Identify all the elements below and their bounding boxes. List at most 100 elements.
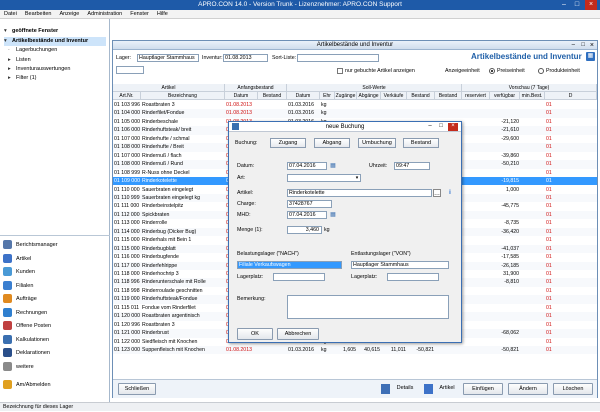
change-button[interactable]: Ändern: [508, 383, 548, 395]
tree-item[interactable]: ▸ Inventurauswertungen: [8, 65, 106, 74]
delete-button[interactable]: Löschen: [553, 383, 593, 395]
maximize-icon[interactable]: □: [571, 0, 583, 10]
lagerplatz1-input[interactable]: [273, 273, 325, 281]
nav-item[interactable]: Deklarationen: [3, 347, 107, 359]
nav-item[interactable]: Berichtsmanager: [3, 239, 107, 251]
calendar-icon[interactable]: ▦: [329, 162, 337, 170]
close-icon[interactable]: ×: [585, 0, 597, 10]
tab-bestand[interactable]: Bestand: [403, 138, 439, 148]
nav-item[interactable]: Kunden: [3, 266, 107, 278]
art-select[interactable]: [287, 174, 361, 182]
column-header[interactable]: verfügbar: [490, 92, 520, 100]
menu-item[interactable]: Hilfe: [153, 10, 172, 19]
table-row[interactable]: 01 103 996 Roastbraten 3 01.08.2013 01.03.2…: [113, 101, 597, 109]
dialog-minimize-icon[interactable]: –: [425, 123, 435, 131]
tree-item[interactable]: ▸ Listen: [8, 56, 106, 65]
mhd-calendar-icon[interactable]: ▦: [329, 211, 337, 219]
tree-item[interactable]: ▾ geöffnete Fenster: [4, 27, 106, 36]
belastung-select[interactable]: Filiale Verkaufswagen: [237, 261, 342, 269]
table-cell: 01 116 000: [114, 254, 140, 261]
dialog-maximize-icon[interactable]: □: [436, 123, 446, 131]
lagerplatz2-input[interactable]: [387, 273, 439, 281]
table-cell: Rinderrolle: [142, 220, 168, 227]
menu-item[interactable]: Datei: [0, 10, 21, 19]
menu-item[interactable]: Fenster: [126, 10, 153, 19]
tree-item[interactable]: · Lagerbuchungen: [8, 46, 106, 55]
expand-icon[interactable]: ▸: [8, 56, 16, 65]
expand-icon[interactable]: ▸: [8, 74, 16, 83]
expand-icon[interactable]: ▾: [4, 27, 12, 36]
column-header[interactable]: Art.Nr.: [113, 92, 141, 100]
tab-zugang[interactable]: Zugang: [270, 138, 306, 148]
column-header[interactable]: Zugänge: [335, 92, 357, 100]
nav-item[interactable]: Artikel: [3, 253, 107, 265]
datum-input[interactable]: 07.04.2016: [287, 162, 327, 170]
column-header[interactable]: Datum: [287, 92, 320, 100]
window-close-icon[interactable]: ×: [590, 41, 594, 50]
chevron-down-icon[interactable]: ▾: [353, 174, 361, 182]
tab-abgang[interactable]: Abgang: [314, 138, 350, 148]
nav-item[interactable]: Filialen: [3, 280, 107, 292]
column-header[interactable]: Abgänge: [357, 92, 381, 100]
cancel-button[interactable]: Abbrechen: [277, 328, 319, 340]
inventur-select[interactable]: 01.08.2013: [223, 54, 268, 62]
expand-icon[interactable]: ▸: [8, 65, 16, 74]
expand-icon[interactable]: ▾: [4, 37, 12, 46]
column-header[interactable]: Verkäufe: [381, 92, 407, 100]
column-header[interactable]: Datum: [225, 92, 258, 100]
details-button[interactable]: Details: [392, 383, 418, 395]
uhrzeit-input[interactable]: 09:47: [394, 162, 430, 170]
info-icon[interactable]: i: [446, 189, 454, 197]
price-unit-radio[interactable]: [489, 68, 495, 74]
menu-item[interactable]: Administration: [83, 10, 126, 19]
product-unit-radio[interactable]: [538, 68, 544, 74]
search-input[interactable]: [116, 66, 144, 74]
column-header[interactable]: Bezeichnung: [141, 92, 225, 100]
dialog-close-icon[interactable]: ×: [448, 123, 458, 131]
tree-item[interactable]: ▾ Artikelbestände und Inventur: [4, 37, 106, 46]
expand-icon[interactable]: ·: [8, 46, 16, 55]
menu-item[interactable]: Bearbeiten: [21, 10, 56, 19]
nav-item[interactable]: Kalkulationen: [3, 334, 107, 346]
window-maximize-icon[interactable]: □: [581, 41, 585, 50]
table-cell: 01 118 996: [114, 279, 140, 286]
column-header[interactable]: D: [545, 92, 597, 100]
tree-item[interactable]: ▸ Filter (1): [8, 74, 106, 83]
artikel-input[interactable]: Rinderkotelette: [287, 189, 432, 197]
column-header[interactable]: reserviert: [462, 92, 490, 100]
nav-item[interactable]: Rechnungen: [3, 307, 107, 319]
menge-input[interactable]: 3,460: [287, 226, 322, 234]
table-cell: Rinderbrust: [142, 330, 169, 337]
nav-item[interactable]: Offene Posten: [3, 320, 107, 332]
table-row[interactable]: 01 104 000 Rinderfilet/Fondue 01.08.2013 01…: [113, 109, 597, 118]
nav-item[interactable]: Aufträge: [3, 293, 107, 305]
close-button[interactable]: Schließen: [118, 383, 156, 395]
mhd-input[interactable]: 07.04.2016: [287, 211, 327, 219]
sort-list-select[interactable]: [297, 54, 379, 62]
table-row[interactable]: 01 123 000 Suppenfleisch mit Knochen 01.08…: [113, 346, 597, 355]
table-cell: 01 108 000: [114, 161, 140, 168]
column-header[interactable]: min.Best.: [520, 92, 545, 100]
tab-umbuchung[interactable]: Umbuchung: [358, 138, 396, 148]
ok-button[interactable]: OK: [237, 328, 273, 340]
insert-button[interactable]: Einfügen: [463, 383, 503, 395]
artikel-lookup-icon[interactable]: …: [433, 189, 441, 197]
column-header[interactable]: Bestand: [407, 92, 435, 100]
window-minimize-icon[interactable]: –: [572, 41, 575, 50]
table-cell: 01: [546, 228, 552, 235]
only-booked-checkbox[interactable]: [337, 68, 343, 74]
lager-select[interactable]: Hauptlager Stammhaus: [137, 54, 199, 62]
entlastung-select[interactable]: Hauptlager Stammhaus: [351, 261, 449, 269]
menu-item[interactable]: Anzeige: [55, 10, 83, 19]
artikel-button[interactable]: Artikel: [435, 383, 459, 395]
bemerkung-textarea[interactable]: [287, 295, 449, 319]
minimize-icon[interactable]: –: [558, 0, 570, 10]
charge-input[interactable]: 37428767: [287, 200, 332, 208]
module-brand-title: Artikelbestände und Inventur: [471, 52, 582, 61]
column-header[interactable]: Bestand: [435, 92, 462, 100]
nav-item[interactable]: weitere: [3, 361, 107, 373]
column-header[interactable]: Bestand: [258, 92, 287, 100]
nav-item[interactable]: Am/Abmelden: [3, 379, 107, 391]
column-header[interactable]: Ehr: [320, 92, 335, 100]
left-navigation-panel: ▾ geöffnete Fenster ▾ Artikelbestände und I…: [0, 19, 110, 402]
